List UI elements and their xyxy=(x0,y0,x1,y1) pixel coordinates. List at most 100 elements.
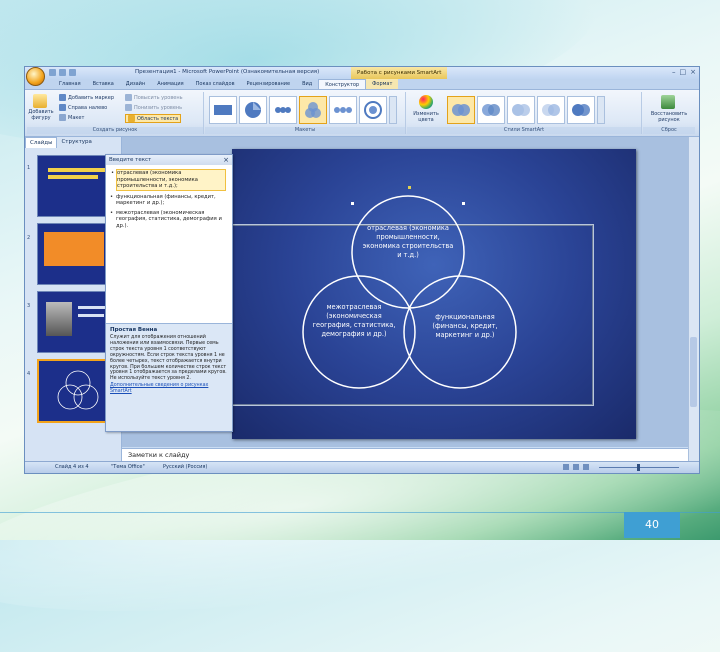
status-language[interactable]: Русский (Россия) xyxy=(163,462,207,473)
tab-slides[interactable]: Слайды xyxy=(25,137,58,148)
change-colors-icon[interactable] xyxy=(419,95,433,109)
close-icon[interactable]: × xyxy=(223,155,229,165)
tab-view[interactable]: Вид xyxy=(296,79,318,89)
tab-outline[interactable]: Структура xyxy=(57,137,95,148)
ribbon: Добавить фигуру Добавить маркер Справа н… xyxy=(25,90,699,137)
style-thumb-5[interactable] xyxy=(567,96,595,124)
current-slide[interactable]: отраслевая (экономика промышленности, эк… xyxy=(228,149,636,439)
layout-thumb-5[interactable] xyxy=(329,96,357,124)
style-thumb-4[interactable] xyxy=(537,96,565,124)
vertical-scrollbar[interactable] xyxy=(688,137,699,462)
window-title: Презентация1 - Microsoft PowerPoint (Озн… xyxy=(135,69,320,75)
reset-graphic-icon[interactable] xyxy=(661,95,675,109)
style-thumb-icon xyxy=(542,104,560,116)
style-thumb-1[interactable] xyxy=(447,96,475,124)
slide-number: 2 xyxy=(27,235,31,241)
demote-icon xyxy=(125,104,132,111)
style-thumb-2[interactable] xyxy=(477,96,505,124)
promote-icon xyxy=(125,94,132,101)
layout-thumb-2[interactable] xyxy=(239,96,267,124)
layout-button[interactable]: Макет xyxy=(59,114,84,121)
layout-thumb-venn[interactable] xyxy=(299,96,327,124)
thumb-title-line xyxy=(48,168,108,172)
tab-home[interactable]: Главная xyxy=(53,79,87,89)
slideshow-view-icon[interactable] xyxy=(583,464,589,470)
layout-thumb-icon xyxy=(364,101,382,119)
demote-label: Понизить уровень xyxy=(134,104,183,111)
styles-gallery-scroll[interactable] xyxy=(597,96,605,124)
add-bullet-label: Добавить маркер xyxy=(68,94,115,101)
undo-icon[interactable] xyxy=(59,69,66,76)
selection-handle[interactable] xyxy=(408,186,411,189)
text-pane-title: Введите текст xyxy=(109,157,152,163)
powerpoint-window: Презентация1 - Microsoft PowerPoint (Озн… xyxy=(24,66,700,474)
thumb-title-line xyxy=(48,175,98,179)
style-thumb-icon xyxy=(452,104,470,116)
tab-constructor[interactable]: Конструктор xyxy=(318,79,367,89)
thumb-photo xyxy=(46,302,72,336)
text-pane-item-3[interactable]: межотраслевая (экономическая география, … xyxy=(110,210,226,230)
minimize-button[interactable]: – xyxy=(672,69,676,76)
tab-animation[interactable]: Анимация xyxy=(151,79,189,89)
group-create-graphic: Добавить фигуру Добавить маркер Справа н… xyxy=(27,92,204,134)
selection-handle[interactable] xyxy=(462,202,465,205)
maximize-button[interactable]: □ xyxy=(680,69,687,76)
text-pane-icon xyxy=(128,115,135,122)
text-pane-item-1[interactable]: отраслевая (экономика промышленности, эк… xyxy=(111,169,226,191)
slide-number: 3 xyxy=(27,303,31,309)
tab-insert[interactable]: Вставка xyxy=(87,79,120,89)
close-button[interactable]: × xyxy=(690,69,696,76)
style-thumb-icon xyxy=(482,104,500,116)
promote-button[interactable]: Повысить уровень xyxy=(125,94,183,101)
venn-text-right[interactable]: функциональная (финансы, кредит, маркети… xyxy=(424,313,506,340)
office-button[interactable] xyxy=(26,67,45,86)
thumb-text-line xyxy=(78,306,108,309)
change-colors-label[interactable]: Изменить цвета xyxy=(407,111,445,123)
description-title: Простая Венна xyxy=(110,327,158,333)
layout-icon xyxy=(59,114,66,121)
tab-format[interactable]: Формат xyxy=(366,79,399,89)
save-icon[interactable] xyxy=(49,69,56,76)
add-bullet-button[interactable]: Добавить маркер xyxy=(59,94,114,101)
add-shape-icon[interactable] xyxy=(33,94,47,108)
layout-thumb-3[interactable] xyxy=(269,96,297,124)
layouts-gallery xyxy=(209,96,397,124)
reset-graphic-label[interactable]: Восстановить рисунок xyxy=(643,111,695,123)
description-link[interactable]: Дополнительные сведения о рисунках Smart… xyxy=(110,383,228,395)
group-layouts: Макеты xyxy=(205,92,406,134)
group-reset-label: Сброс xyxy=(643,127,695,134)
normal-view-icon[interactable] xyxy=(563,464,569,470)
sorter-view-icon[interactable] xyxy=(573,464,579,470)
scroll-thumb[interactable] xyxy=(690,337,697,407)
window-controls: – □ × xyxy=(672,69,696,76)
tab-slideshow[interactable]: Показ слайдов xyxy=(190,79,241,89)
venn-diagram[interactable] xyxy=(232,149,636,439)
text-pane-button[interactable]: Область текста xyxy=(125,114,182,123)
rtl-icon xyxy=(59,104,66,111)
slides-panel-tabs: Слайды Структура xyxy=(25,137,121,148)
bullet-icon xyxy=(59,94,66,101)
right-to-left-label: Справа налево xyxy=(68,104,108,111)
venn-icon xyxy=(305,102,321,118)
tab-review[interactable]: Рецензирование xyxy=(241,79,297,89)
selection-handle[interactable] xyxy=(351,202,354,205)
venn-text-left[interactable]: межотраслевая (экономическая география, … xyxy=(308,303,400,339)
demote-button[interactable]: Понизить уровень xyxy=(125,104,182,111)
style-thumb-3[interactable] xyxy=(507,96,535,124)
tab-design[interactable]: Дизайн xyxy=(120,79,151,89)
redo-icon[interactable] xyxy=(69,69,76,76)
layouts-gallery-scroll[interactable] xyxy=(389,96,397,124)
status-theme: "Тема Office" xyxy=(111,464,145,470)
layout-thumb-1[interactable] xyxy=(209,96,237,124)
smartart-text-pane: Введите текст × отраслевая (экономика пр… xyxy=(105,154,233,432)
zoom-slider-thumb[interactable] xyxy=(637,464,640,471)
group-layouts-label: Макеты xyxy=(205,127,405,134)
layout-thumb-6[interactable] xyxy=(359,96,387,124)
layout-label: Макет xyxy=(68,114,85,121)
venn-text-top[interactable]: отраслевая (экономика промышленности, эк… xyxy=(360,224,456,260)
layout-thumb-icon xyxy=(245,102,261,118)
notes-pane[interactable]: Заметки к слайду xyxy=(122,448,688,461)
add-shape-label[interactable]: Добавить фигуру xyxy=(27,109,55,121)
right-to-left-button[interactable]: Справа налево xyxy=(59,104,107,111)
text-pane-item-2[interactable]: функциональная (финансы, кредит, маркети… xyxy=(110,194,226,207)
